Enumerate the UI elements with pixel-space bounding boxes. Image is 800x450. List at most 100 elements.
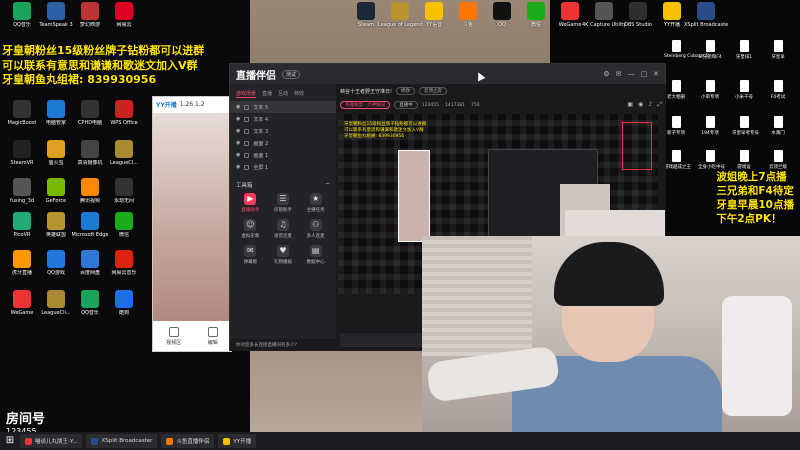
screenshot-icon[interactable]: ▣: [627, 101, 633, 109]
lock-icon[interactable]: [244, 140, 250, 146]
yy-video-button[interactable]: 视频区: [166, 326, 181, 346]
record-icon[interactable]: ◉: [638, 101, 643, 109]
toolbox-item[interactable]: ☺ 虚拟形象: [234, 219, 267, 239]
scene-item[interactable]: ◉ 全屏 1: [230, 161, 336, 173]
app-icon: [47, 140, 65, 158]
toolbox-item[interactable]: ♥ 礼物播报: [267, 245, 300, 265]
app-icon: [47, 250, 65, 268]
desktop-file-icon[interactable]: 牙皇早: [766, 40, 790, 70]
toolbox-item[interactable]: ♫ 语音连麦: [267, 219, 300, 239]
toolbox-item[interactable]: ☰ 房管助手: [267, 193, 300, 213]
desktop-file-icon[interactable]: 牙皇早考专号: [732, 116, 759, 146]
desktop-file-icon[interactable]: Steinberg Cubase 5: [664, 40, 708, 70]
app-icon: [13, 250, 31, 268]
desktop-icon[interactable]: 永劫无间: [102, 178, 146, 214]
lock-icon[interactable]: [244, 104, 250, 110]
app-icon: [357, 2, 375, 20]
desktop-icon[interactable]: 微信: [102, 212, 146, 248]
minimize-button[interactable]: —: [628, 70, 635, 78]
tab-interact[interactable]: 互动: [278, 90, 288, 98]
yy-kaibo-window[interactable]: YY开播 1.26.1.2 视频区 编辑: [152, 96, 232, 352]
scene-item[interactable]: ◉ 文本 3: [230, 125, 336, 137]
desktop-file-icon[interactable]: 老大相册: [664, 80, 688, 110]
lock-icon[interactable]: [244, 128, 250, 134]
app-icon: [81, 250, 99, 268]
yy-title-bar[interactable]: YY开播 1.26.1.2: [153, 97, 231, 111]
desktop-file-icon[interactable]: F4考试: [766, 80, 790, 110]
tab-game-scene[interactable]: 游戏场景: [236, 90, 257, 98]
desktop-file-icon[interactable]: 小米千号: [732, 80, 756, 110]
windows-start-icon[interactable]: ⊞: [4, 435, 16, 447]
eye-icon[interactable]: ◉: [236, 140, 240, 146]
tool-label: 弹幕姬: [243, 260, 258, 265]
edit-title-button[interactable]: 修改: [396, 87, 416, 95]
app-icon: [115, 290, 133, 308]
desktop-file-icon[interactable]: 194专项: [698, 116, 722, 146]
scene-item[interactable]: ◉ 文本 5: [230, 101, 336, 113]
taskbar-item[interactable]: XSplit Broadcaster: [86, 434, 158, 448]
app-icon: [697, 2, 715, 20]
toolbox-item[interactable]: ▤ 数据中心: [299, 245, 332, 265]
eye-icon[interactable]: ◉: [236, 164, 240, 170]
scene-item[interactable]: ◉ 画面 1: [230, 149, 336, 161]
desktop-icon[interactable]: XSplit Broadcaster: [684, 2, 728, 38]
desktop-icon[interactable]: 网易云音乐: [102, 250, 146, 286]
app-icon: [13, 290, 31, 308]
desktop-file-icon[interactable]: 游戏越成之王: [664, 150, 691, 180]
desktop-file-icon[interactable]: 三兄弟和F4: [698, 40, 722, 70]
taskbar-label: YY开播: [233, 439, 252, 445]
category-pill[interactable]: 英雄联盟 · 大神解说: [340, 101, 391, 109]
lock-icon[interactable]: [244, 164, 250, 170]
floating-preview-window[interactable]: [398, 150, 430, 242]
overlay-line: 牙皇朝鱼丸组裙: 839930956: [2, 73, 157, 86]
desktop-file-icon[interactable]: 新子专项: [664, 116, 688, 146]
taskbar-item[interactable]: 斗鱼直播伴侣: [161, 434, 215, 448]
tool-label: 多人连麦: [306, 234, 325, 239]
game-pill[interactable]: 云顶之弈: [419, 87, 448, 95]
lock-icon[interactable]: [244, 116, 250, 122]
title-bar[interactable]: 直播伴侣 测试 ⚙ ✉ — □ ✕: [230, 64, 665, 84]
desktop-file-icon[interactable]: 牙皇排1: [732, 40, 756, 70]
toolbox-item[interactable]: ▶ 直播助手: [234, 193, 267, 213]
taskbar-item[interactable]: YY开播: [218, 434, 257, 448]
maximize-button[interactable]: □: [641, 70, 648, 78]
stream-stats: 123455 1417381 750: [422, 103, 480, 108]
toolbox-item[interactable]: ★ 主播任务: [299, 193, 332, 213]
lock-icon[interactable]: [244, 152, 250, 158]
toolbox-item[interactable]: ⚇ 多人连麦: [299, 219, 332, 239]
eye-icon[interactable]: ◉: [236, 116, 240, 122]
scene-item[interactable]: ◉ 画面 2: [230, 137, 336, 149]
document-icon: [705, 80, 715, 92]
eye-icon[interactable]: ◉: [236, 104, 240, 110]
collapse-icon[interactable]: −: [325, 181, 330, 189]
tab-effects[interactable]: 特效: [294, 90, 304, 98]
viewer-stat: 1417381: [444, 102, 466, 108]
app-icon: [81, 140, 99, 158]
tool-icon: ★: [309, 193, 322, 205]
document-icon: [739, 150, 749, 162]
desktop-icon[interactable]: LeagueCl...: [102, 140, 146, 176]
desktop-icon[interactable]: 网易云: [102, 2, 146, 38]
stream-title-row: 峡谷十王者野王守准日! 修改 云顶之弈: [336, 84, 666, 98]
eye-icon[interactable]: ◉: [236, 152, 240, 158]
yy-edit-button[interactable]: 编辑: [207, 326, 218, 346]
file-label: F4考试: [770, 95, 786, 100]
eye-icon[interactable]: ◉: [236, 128, 240, 134]
desktop-file-icon[interactable]: 水滴门: [766, 116, 790, 146]
desktop-icon[interactable]: 酷狗: [102, 290, 146, 326]
taskbar-item[interactable]: 喵谈儿丸朋王-Y...: [20, 434, 83, 448]
streamer-hair: [554, 242, 664, 306]
close-button[interactable]: ✕: [653, 70, 659, 78]
mail-icon[interactable]: ✉: [616, 70, 622, 78]
tab-live[interactable]: 直播: [262, 90, 272, 98]
bell-icon[interactable]: ♪: [648, 101, 652, 109]
tool-icon: ▶: [244, 193, 257, 205]
scene-item[interactable]: ◉ 文本 4: [230, 113, 336, 125]
room-id-stat: 123455: [421, 102, 439, 108]
toolbox-item[interactable]: ✉ 弹幕姬: [234, 245, 267, 265]
expand-icon[interactable]: ⤢: [657, 101, 662, 109]
settings-icon[interactable]: ⚙: [603, 70, 609, 78]
app-icon: [629, 2, 647, 20]
desktop-icon[interactable]: WPS Office: [102, 100, 146, 136]
desktop-file-icon[interactable]: 小审专项: [698, 80, 722, 110]
